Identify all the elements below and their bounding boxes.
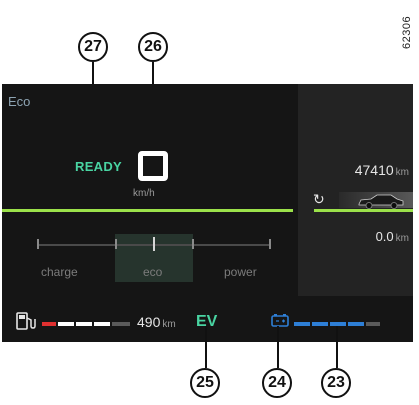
- gauge-tick: [269, 239, 271, 249]
- fuel-level-segment: [58, 322, 74, 326]
- refresh-icon: ↻: [313, 191, 325, 207]
- center-divider-line: [2, 209, 293, 212]
- callout-25: 25: [190, 368, 220, 398]
- fuel-range-value: 490: [137, 314, 161, 330]
- fuel-range-unit: km: [162, 319, 176, 330]
- car-icon: [358, 194, 404, 209]
- power-flow-gauge: charge eco power: [37, 234, 271, 282]
- reference-code: 62306: [401, 15, 413, 49]
- gauge-needle: [153, 237, 155, 251]
- gauge-tick: [192, 239, 194, 249]
- odometer-value: 47410: [354, 162, 394, 178]
- callout-23-leader: [336, 326, 338, 368]
- fuel-level-segment-empty: [112, 322, 130, 326]
- battery-level-segment: [294, 322, 310, 326]
- trip-divider-line: [314, 209, 413, 212]
- callout-24: 24: [262, 368, 292, 398]
- trip-meter: 0.0 km: [376, 229, 409, 244]
- drive-mode-label: Eco: [8, 94, 31, 109]
- gauge-label-power: power: [224, 265, 257, 279]
- fuel-pump-icon: [16, 312, 36, 330]
- trip-unit: km: [395, 233, 409, 244]
- gauge-tick: [37, 239, 39, 249]
- ready-indicator: READY: [75, 159, 123, 174]
- speed-digit-icon: [138, 151, 168, 181]
- odometer-unit: km: [395, 167, 409, 178]
- battery-level-segment: [348, 322, 364, 326]
- fuel-level-segment: [76, 322, 92, 326]
- gauge-label-charge: charge: [41, 265, 78, 279]
- battery-level-segment: [312, 322, 328, 326]
- callout-24-leader: [277, 326, 279, 368]
- fuel-level-segment: [42, 322, 56, 326]
- battery-icon: [271, 314, 289, 327]
- trip-value: 0.0: [375, 229, 394, 244]
- battery-level-segment: [330, 322, 346, 326]
- gauge-tick: [115, 239, 117, 249]
- callout-25-leader: [205, 326, 207, 368]
- callout-23: 23: [321, 368, 351, 398]
- instrument-cluster-screen: Eco READY km/h 47410 km ↻ 0.0 km charge ec…: [2, 84, 413, 342]
- odometer: 47410 km: [355, 162, 409, 178]
- gauge-label-eco: eco: [143, 265, 163, 279]
- trip-info-panel: [298, 84, 413, 296]
- fuel-range: 490 km: [137, 314, 176, 330]
- callout-26: 26: [138, 32, 168, 62]
- speed-unit: km/h: [133, 188, 155, 199]
- fuel-level-segment: [94, 322, 110, 326]
- callout-27: 27: [78, 32, 108, 62]
- battery-level-segment-empty: [366, 322, 380, 326]
